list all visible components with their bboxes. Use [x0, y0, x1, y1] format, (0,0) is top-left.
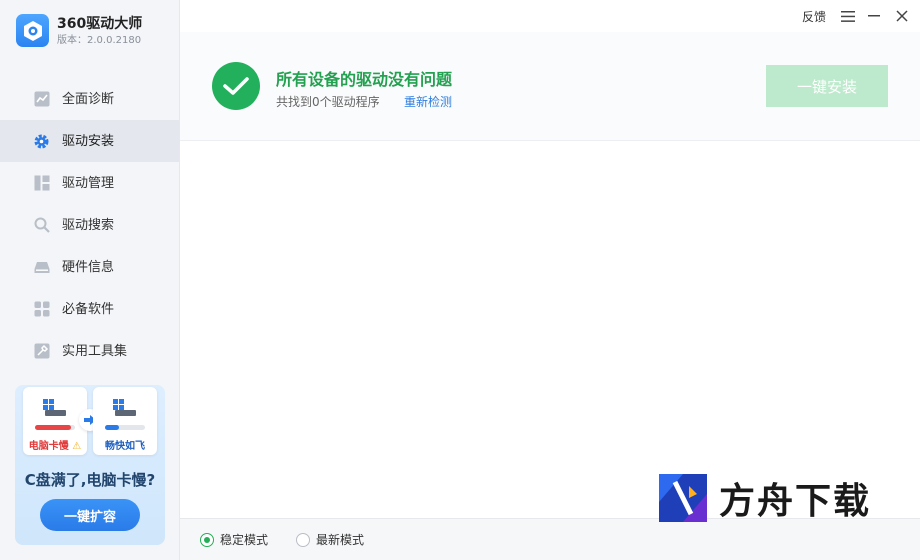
stable-mode-label: 稳定模式	[220, 533, 269, 547]
promo-left-label: 电脑卡慢 ⚠	[28, 441, 82, 452]
status-panel: 所有设备的驱动没有问题 共找到0个驱动程序 重新检测 一键安装	[180, 32, 920, 141]
watermark: 方舟下载	[657, 472, 871, 524]
watermark-logo-icon	[659, 474, 707, 522]
sidebar-item-driver-manage[interactable]: 驱动管理	[0, 162, 179, 204]
sidebar-item-label: 必备软件	[62, 301, 115, 317]
sidebar-item-hardware-info[interactable]: 硬件信息	[0, 246, 179, 288]
app-name: 360驱动大师	[57, 16, 143, 32]
title-bar: 反馈	[180, 0, 920, 32]
promo-right-label: 畅快如飞	[105, 441, 145, 452]
radio-unchecked-icon	[296, 532, 310, 547]
sidebar-item-label: 硬件信息	[62, 259, 115, 275]
watermark-text: 方舟下载	[719, 481, 872, 522]
sidebar-item-driver-search[interactable]: 驱动搜索	[0, 204, 179, 246]
apps-icon	[33, 301, 50, 318]
gear-icon	[33, 133, 50, 150]
status-title: 所有设备的驱动没有问题	[276, 70, 453, 89]
rescan-link[interactable]: 重新检测	[404, 93, 452, 110]
sidebar-item-driver-install[interactable]: 驱动安装	[0, 120, 179, 162]
search-icon	[33, 217, 50, 234]
manage-icon	[33, 175, 50, 192]
sidebar-item-label: 驱动管理	[62, 175, 115, 191]
sidebar-item-essential-software[interactable]: 必备软件	[0, 288, 179, 330]
diagnose-icon	[33, 91, 50, 108]
sidebar-item-label: 驱动搜索	[62, 217, 115, 233]
check-icon	[212, 62, 260, 110]
hardware-icon	[33, 259, 50, 276]
feedback-link[interactable]: 反馈	[802, 8, 826, 25]
minimize-icon[interactable]	[864, 6, 884, 26]
promo-title: C盘满了,电脑卡慢?	[24, 471, 156, 489]
drive-icon	[113, 399, 136, 416]
close-icon[interactable]	[892, 6, 912, 26]
brand: 360驱动大师 版本：2.0.0.2180	[16, 14, 142, 48]
promo-banner[interactable]: 电脑卡慢 ⚠ 畅快如飞 C盘满了,电脑卡慢? 一键扩容	[15, 385, 165, 545]
expand-disk-button[interactable]: 一键扩容	[40, 499, 140, 531]
sidebar-item-label: 全面诊断	[62, 91, 115, 107]
latest-mode-radio[interactable]: 最新模式	[296, 531, 364, 548]
stable-mode-radio[interactable]: 稳定模式	[200, 531, 268, 548]
promo-card-fast: 畅快如飞	[93, 387, 157, 455]
mode-bar: 稳定模式 最新模式	[180, 518, 920, 560]
sidebar-item-diagnose[interactable]: 全面诊断	[0, 78, 179, 120]
latest-mode-label: 最新模式	[316, 533, 365, 547]
radio-checked-icon	[200, 532, 214, 547]
status-subtitle: 共找到0个驱动程序	[276, 95, 380, 109]
tools-icon	[33, 343, 50, 360]
sidebar-nav: 全面诊断 驱动安装 驱动管理 驱动搜索 硬件信息 必备软件 实用工具集	[0, 78, 179, 372]
one-click-install-button[interactable]: 一键安装	[766, 65, 888, 107]
sidebar-item-tools[interactable]: 实用工具集	[0, 330, 179, 372]
menu-icon[interactable]	[838, 6, 858, 26]
sidebar-item-label: 驱动安装	[62, 133, 115, 149]
sidebar: 360驱动大师 版本：2.0.0.2180 全面诊断 驱动安装 驱动管理 驱动搜…	[0, 0, 180, 560]
app-version: 版本：2.0.0.2180	[57, 35, 142, 46]
drive-icon	[43, 399, 66, 416]
promo-card-slow: 电脑卡慢 ⚠	[23, 387, 87, 455]
sidebar-item-label: 实用工具集	[62, 343, 128, 359]
app-logo-icon	[16, 14, 49, 47]
